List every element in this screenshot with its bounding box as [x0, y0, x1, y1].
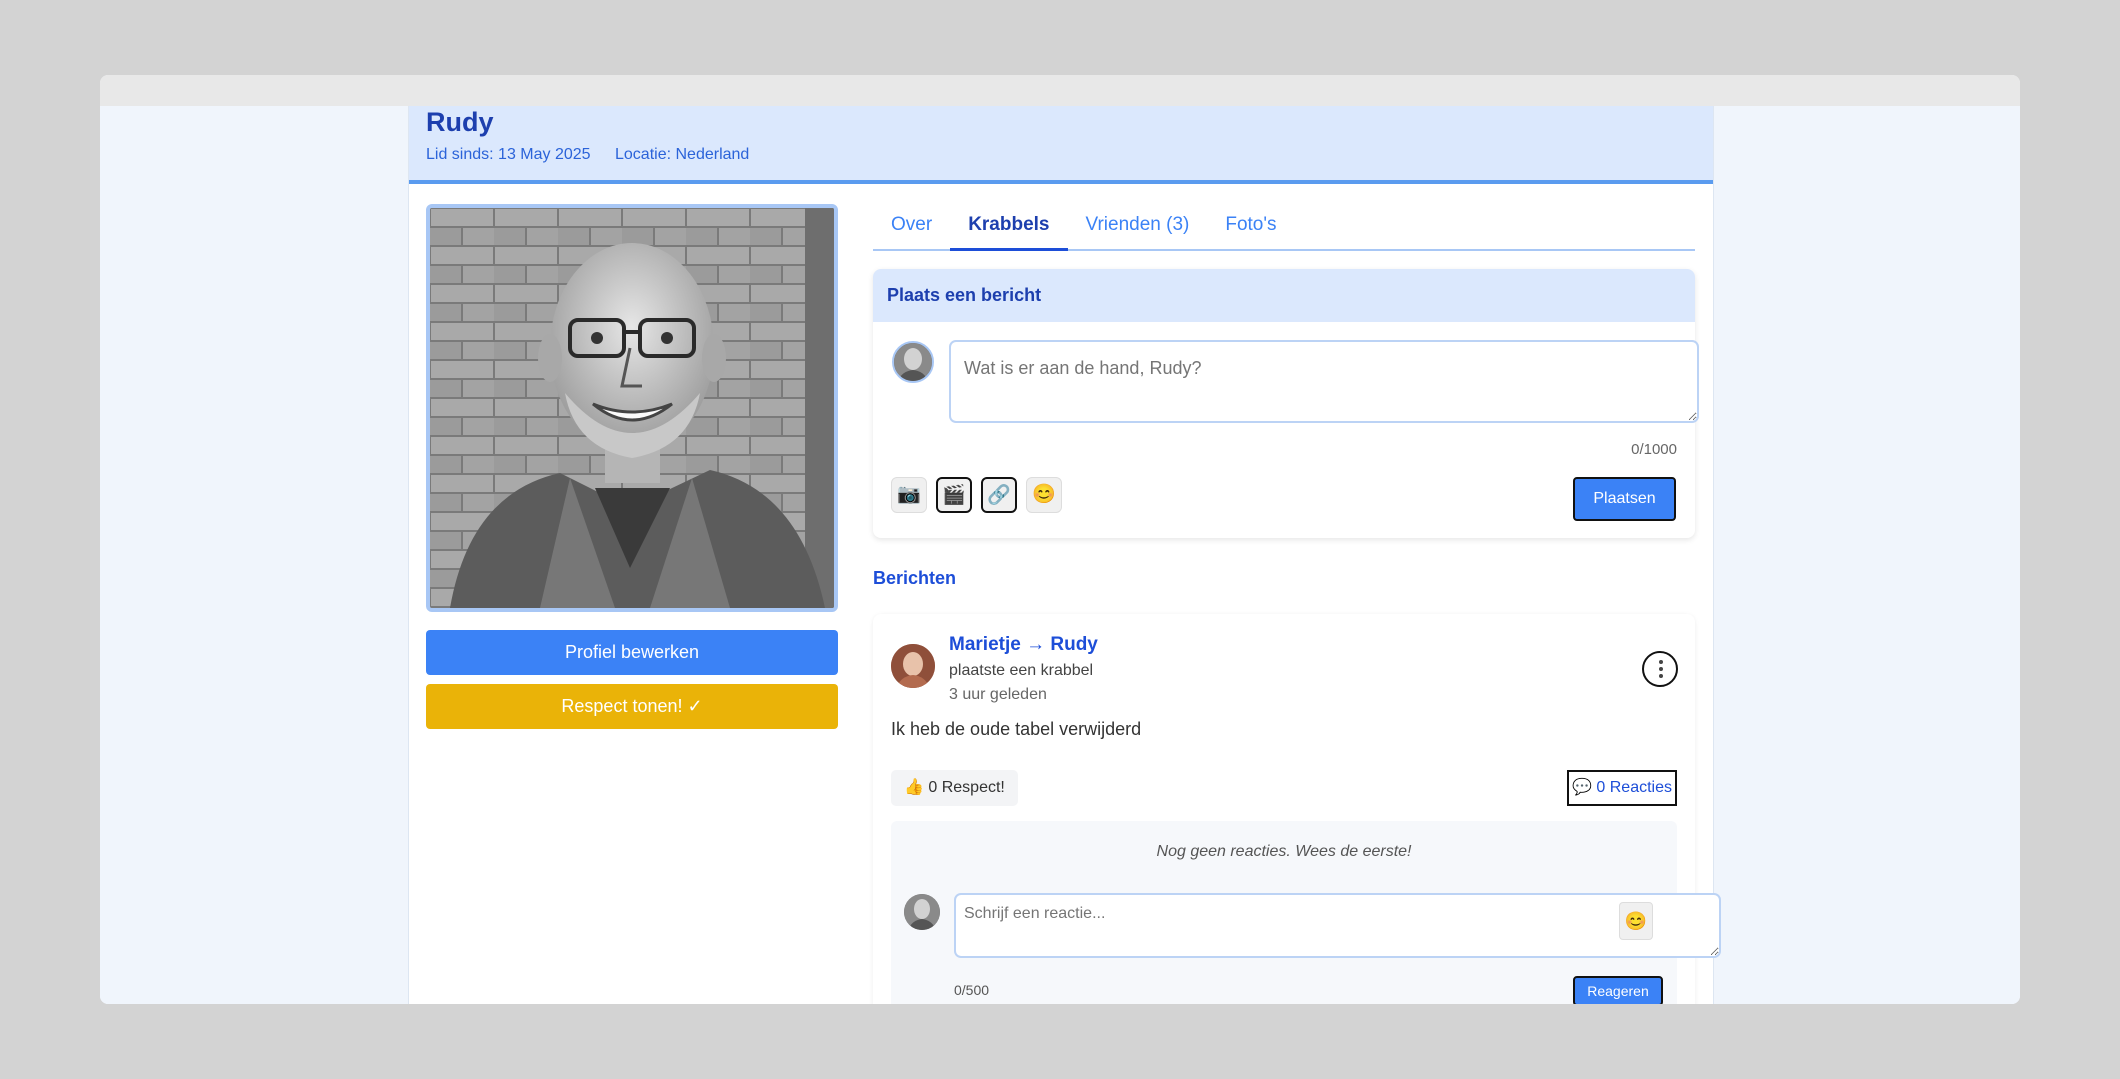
- left-column: Profiel bewerken Respect tonen! ✓: [426, 204, 838, 729]
- location: Locatie: Nederland: [615, 146, 750, 163]
- profile-tabs: Over Krabbels Vrienden (3) Foto's: [873, 204, 1695, 251]
- link-icon[interactable]: 🔗: [981, 477, 1017, 513]
- reply-button[interactable]: Reageren: [1573, 976, 1663, 1004]
- compose-box: Plaats een bericht 0/1000 📷 🎬 🔗 😊: [873, 269, 1699, 538]
- dot-icon: [1659, 674, 1663, 678]
- speech-bubble-icon: 💬: [1572, 779, 1592, 796]
- no-reactions-text: Nog geen reacties. Wees de eerste!: [1156, 843, 1412, 860]
- avatar-image: [891, 644, 935, 688]
- tab-over[interactable]: Over: [873, 204, 950, 251]
- recipient-link[interactable]: Rudy: [1050, 634, 1098, 655]
- avatar: [892, 341, 934, 383]
- right-column: Over Krabbels Vrienden (3) Foto's Plaats…: [873, 204, 1721, 1004]
- edit-profile-button[interactable]: Profiel bewerken: [426, 630, 838, 675]
- reply-char-count: 0/500: [954, 982, 990, 998]
- profile-page: Rudy Lid sinds: 13 May 2025 Locatie: Ned…: [408, 106, 1721, 1004]
- reply-input[interactable]: [954, 893, 1721, 958]
- respect-label: 0 Respect!: [928, 779, 1005, 796]
- page-viewport: Rudy Lid sinds: 13 May 2025 Locatie: Ned…: [100, 106, 2020, 1004]
- reactions-label: 0 Reacties: [1596, 779, 1672, 796]
- messages-title: Berichten: [873, 568, 957, 588]
- compose-title: Plaats een bericht: [873, 269, 1695, 322]
- smiley-icon[interactable]: 😊: [1026, 477, 1062, 513]
- post-button[interactable]: Plaatsen: [1573, 477, 1676, 521]
- window-top-bar: [100, 75, 2020, 106]
- member-since: Lid sinds: 13 May 2025: [426, 146, 591, 163]
- profile-photo-image: [430, 208, 834, 608]
- compose-char-count: 0/1000: [1631, 441, 1677, 458]
- smiley-icon[interactable]: 😊: [1619, 902, 1653, 940]
- message-header: Marietje → Rudy plaatste een krabbel 3 u…: [949, 634, 1098, 704]
- profile-header: Rudy Lid sinds: 13 May 2025 Locatie: Ned…: [409, 106, 1713, 184]
- message-time: 3 uur geleden: [949, 686, 1047, 703]
- message-text: Ik heb de oude tabel verwijderd: [891, 719, 1142, 739]
- tab-krabbels[interactable]: Krabbels: [950, 204, 1068, 251]
- author-link[interactable]: Marietje: [949, 634, 1021, 655]
- show-respect-button[interactable]: Respect tonen! ✓: [426, 684, 838, 729]
- reactions-panel: Nog geen reacties. Wees de eerste! 😊 0/5…: [891, 821, 1721, 1004]
- message-action: plaatste een krabbel: [949, 662, 1094, 679]
- tab-fotos[interactable]: Foto's: [1207, 204, 1294, 251]
- reactions-button[interactable]: 💬 0 Reacties: [1567, 770, 1677, 806]
- message-card: Marietje → Rudy plaatste een krabbel 3 u…: [873, 614, 1721, 1004]
- dot-icon: [1659, 660, 1663, 664]
- avatar: [891, 644, 935, 688]
- thumbs-up-icon: 👍: [904, 779, 924, 796]
- film-icon[interactable]: 🎬: [936, 477, 972, 513]
- avatar-image: [894, 343, 932, 381]
- more-options-button[interactable]: [1642, 651, 1678, 687]
- avatar: [904, 894, 940, 930]
- avatar-image: [904, 894, 940, 930]
- compose-input[interactable]: [949, 340, 1699, 423]
- profile-meta: Lid sinds: 13 May 2025 Locatie: Nederlan…: [426, 146, 1696, 164]
- respect-button[interactable]: 👍 0 Respect!: [891, 770, 1018, 806]
- dot-icon: [1659, 667, 1663, 671]
- browser-window: Rudy Lid sinds: 13 May 2025 Locatie: Ned…: [100, 75, 2020, 1004]
- message-authors: Marietje → Rudy: [949, 634, 1098, 656]
- camera-icon[interactable]: 📷: [891, 477, 927, 513]
- tab-vrienden[interactable]: Vrienden (3): [1068, 204, 1208, 251]
- arrow-icon: →: [1026, 634, 1046, 655]
- profile-name: Rudy: [426, 107, 494, 137]
- profile-photo: [426, 204, 838, 612]
